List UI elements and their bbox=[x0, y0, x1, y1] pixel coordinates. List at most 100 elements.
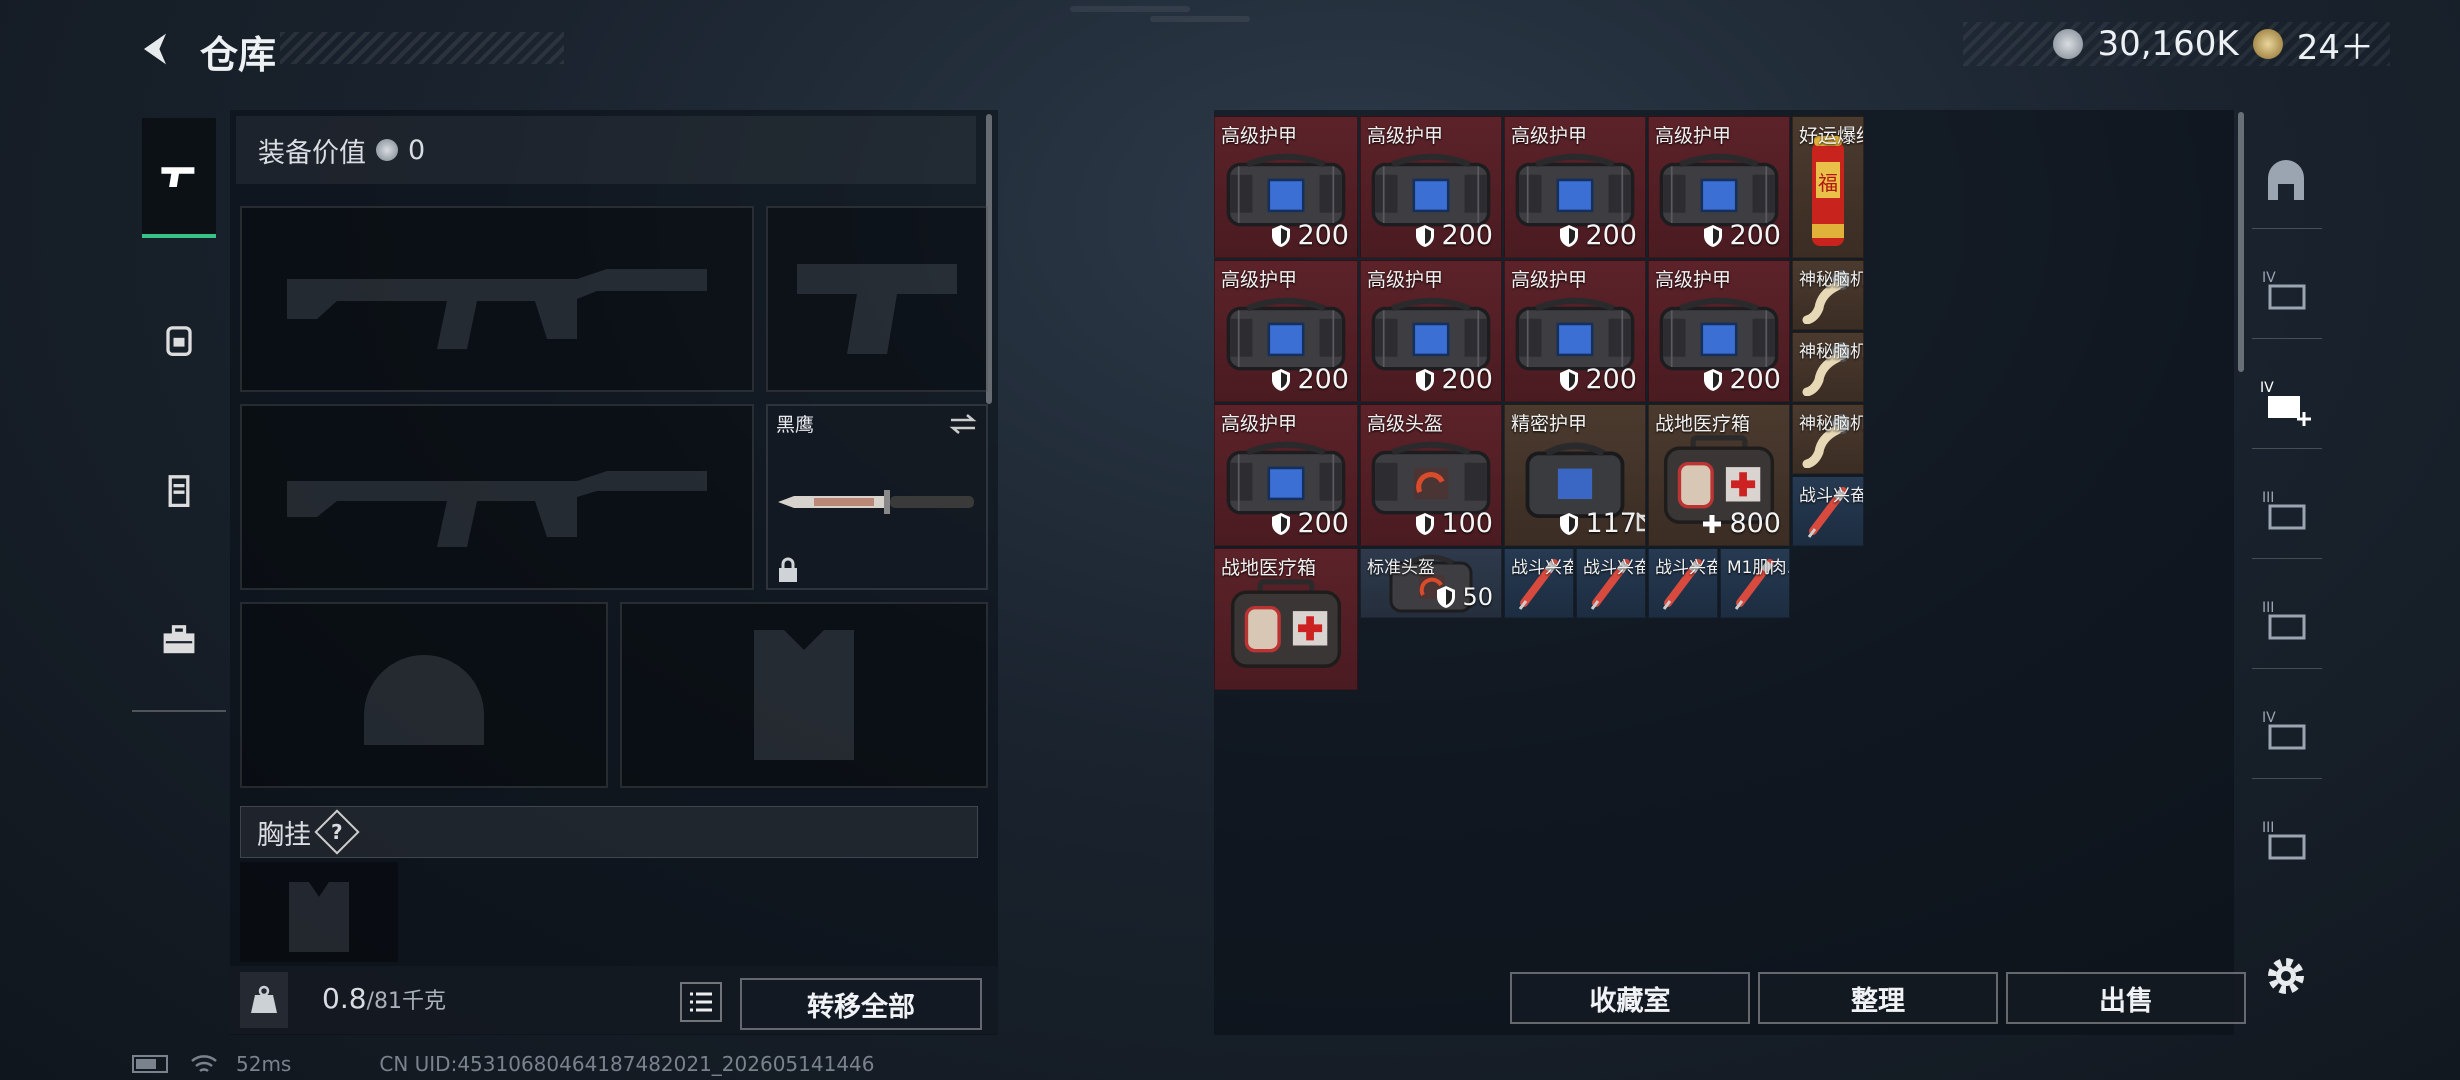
helmet-slot[interactable] bbox=[240, 602, 608, 788]
inventory-item[interactable]: 高级护甲 200 bbox=[1360, 260, 1502, 402]
item-value-number: 200 bbox=[1297, 364, 1349, 395]
inventory-item[interactable]: 高级护甲 200 bbox=[1360, 116, 1502, 258]
nav-storage-iii-3[interactable]: III bbox=[2254, 810, 2318, 874]
inventory-item[interactable]: 高级护甲 200 bbox=[1214, 404, 1358, 546]
coin-icon bbox=[2053, 29, 2084, 59]
inventory-item[interactable]: 战斗兴奋剂 bbox=[1576, 548, 1646, 618]
item-value: 200 bbox=[1271, 220, 1349, 251]
inventory-item[interactable]: 高级护甲 200 bbox=[1214, 260, 1358, 402]
sell-button[interactable]: 出售 bbox=[2006, 972, 2246, 1024]
chest-rig-slot[interactable] bbox=[240, 862, 398, 962]
item-value-number: 200 bbox=[1297, 508, 1349, 539]
ticket-icon bbox=[2252, 29, 2283, 59]
storage-iv-icon: IV bbox=[2262, 270, 2306, 310]
durability-shield-icon bbox=[1416, 512, 1435, 535]
item-name: 战斗兴奋剂 bbox=[1511, 558, 1573, 578]
nav-divider bbox=[2252, 338, 2322, 339]
bunker-icon bbox=[2268, 160, 2304, 200]
chest-rig-placeholder-icon bbox=[240, 862, 398, 962]
carry-weight: 0.8/81千克 bbox=[322, 982, 446, 1015]
ping-value: 52ms bbox=[236, 1052, 292, 1076]
list-view-button[interactable] bbox=[680, 982, 722, 1022]
armor-slot[interactable] bbox=[620, 602, 988, 788]
inventory-item[interactable]: 精密护甲 117 bbox=[1504, 404, 1646, 546]
inventory-item[interactable]: 高级护甲 200 bbox=[1214, 116, 1358, 258]
inventory-item[interactable]: 战斗兴奋剂 bbox=[1648, 548, 1718, 618]
nav-storage-iii-1[interactable]: III bbox=[2254, 480, 2318, 544]
swap-icon[interactable] bbox=[948, 412, 978, 436]
inventory-item[interactable]: 战斗兴奋剂 bbox=[1792, 476, 1864, 546]
chest-rig-label: 胸挂 bbox=[257, 819, 311, 851]
item-value: 200 bbox=[1415, 364, 1493, 395]
inventory-item[interactable]: 战斗兴奋剂 bbox=[1504, 548, 1574, 618]
nav-storage-iv-1[interactable]: IV bbox=[2254, 260, 2318, 324]
durability-shield-icon bbox=[1437, 586, 1456, 608]
ticket-amount: 24＋ bbox=[2296, 27, 2374, 68]
secondary-weapon-slot[interactable] bbox=[240, 404, 754, 590]
inventory-item[interactable]: 神秘脑机… bbox=[1792, 332, 1864, 402]
item-value-number: 117 bbox=[1585, 508, 1637, 539]
inventory-item[interactable]: 高级护甲 200 bbox=[1504, 116, 1646, 258]
svg-text:福: 福 bbox=[1818, 171, 1838, 195]
item-name: 高级护甲 bbox=[1655, 269, 1732, 291]
inventory-item[interactable]: 标准头盔 50 bbox=[1360, 548, 1502, 618]
primary-weapon-slot[interactable] bbox=[240, 206, 754, 392]
left-category-nav bbox=[132, 110, 226, 712]
weight-icon bbox=[240, 972, 288, 1028]
inventory-item[interactable]: 高级护甲 200 bbox=[1648, 260, 1790, 402]
item-name: 高级护甲 bbox=[1511, 269, 1588, 291]
nav-storage-iv-2[interactable]: IV bbox=[2254, 700, 2318, 764]
item-name: 战斗兴奋剂 bbox=[1655, 558, 1717, 578]
item-name: 高级护甲 bbox=[1655, 125, 1732, 147]
nav-tools[interactable] bbox=[142, 580, 216, 700]
loadout-panel: 装备价值 0 黑鹰 胸挂 ? 0.8/81千克 转移全部 bbox=[230, 110, 998, 1035]
currency-display: 30,160K 24＋ bbox=[1963, 22, 2390, 68]
inventory-item[interactable]: 福 好运爆红… bbox=[1792, 116, 1864, 258]
svg-text:III: III bbox=[2262, 600, 2274, 616]
nav-backpack[interactable] bbox=[142, 280, 216, 400]
item-value: 200 bbox=[1271, 508, 1349, 539]
item-firework-icon: 福 bbox=[1806, 132, 1850, 256]
inventory-item[interactable]: M1肌肉… bbox=[1720, 548, 1790, 618]
lock-icon bbox=[779, 557, 797, 582]
inventory-item[interactable]: 高级护甲 200 bbox=[1504, 260, 1646, 402]
page-title: 仓库 bbox=[200, 33, 277, 77]
coin-icon bbox=[376, 139, 398, 161]
item-value: 200 bbox=[1703, 364, 1781, 395]
inventory-item[interactable]: 神秘脑机… bbox=[1792, 260, 1864, 330]
warehouse-panel: 高级护甲 200 高级护甲 200 高级护甲 200 高级护甲 200 福 好运爆红… 高级护甲 20… bbox=[1214, 110, 2246, 1035]
transfer-all-button[interactable]: 转移全部 bbox=[740, 978, 982, 1030]
back-button[interactable] bbox=[130, 24, 180, 74]
svg-text:IV: IV bbox=[2262, 710, 2276, 726]
status-bar: 52ms CN UID:453106804641874820​21_202605… bbox=[132, 1052, 875, 1076]
item-value-number: 200 bbox=[1441, 364, 1493, 395]
list-icon bbox=[690, 992, 712, 1012]
heal-plus-icon bbox=[1703, 514, 1722, 533]
melee-slot[interactable]: 黑鹰 bbox=[766, 404, 988, 590]
item-value-number: 200 bbox=[1585, 364, 1637, 395]
sort-button[interactable]: 整理 bbox=[1758, 972, 1998, 1024]
inventory-item[interactable]: 高级头盔 100 bbox=[1360, 404, 1502, 546]
item-name: 好运爆红… bbox=[1799, 125, 1863, 147]
item-value-number: 200 bbox=[1729, 220, 1781, 251]
nav-storage-iii-2[interactable]: III bbox=[2254, 590, 2318, 654]
svg-text:III: III bbox=[2262, 490, 2274, 506]
inventory-item[interactable]: 战地医疗箱 bbox=[1214, 548, 1358, 690]
inventory-item[interactable]: 战地医疗箱 800 bbox=[1648, 404, 1790, 546]
storage-iii-icon: III bbox=[2262, 490, 2306, 530]
item-name: 高级护甲 bbox=[1221, 413, 1298, 435]
title-decoration bbox=[280, 32, 564, 64]
nav-storage-iv-medkit[interactable]: IV bbox=[2254, 370, 2318, 434]
pistol-slot[interactable] bbox=[766, 206, 988, 392]
settings-gear-icon[interactable] bbox=[2262, 952, 2310, 1000]
inventory-item[interactable]: 高级护甲 200 bbox=[1648, 116, 1790, 258]
nav-storage-main[interactable] bbox=[2254, 150, 2318, 214]
nav-weapons[interactable] bbox=[142, 118, 216, 238]
item-name: 战地医疗箱 bbox=[1655, 413, 1751, 435]
collection-room-button[interactable]: 收藏室 bbox=[1510, 972, 1750, 1024]
inventory-item[interactable]: 神秘脑机… bbox=[1792, 404, 1864, 474]
help-button[interactable]: ? bbox=[314, 809, 360, 855]
nav-armor[interactable] bbox=[142, 430, 216, 550]
item-value: 200 bbox=[1559, 220, 1637, 251]
item-name: M1肌肉… bbox=[1727, 558, 1789, 578]
